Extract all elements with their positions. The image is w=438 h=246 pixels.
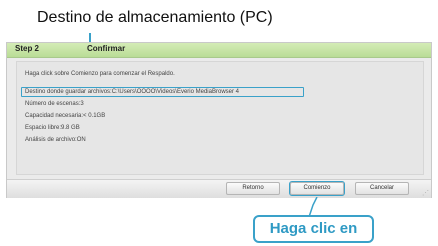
scene-count-text: Número de escenas:3 [25,101,84,107]
destination-highlight [21,87,304,97]
step-header: Step 2 Confirmar [7,43,431,58]
confirmation-panel: Haga click sobre Comienzo para comenzar … [16,61,424,175]
step-title: Confirmar [87,44,126,53]
destination-callout-label: Destino de almacenamiento (PC) [37,9,273,26]
required-capacity-text: Capacidad necesaria:< 0.1GB [25,113,106,119]
backup-dialog: Step 2 Confirmar Haga click sobre Comien… [6,42,432,198]
cancel-button[interactable]: Cancelar [355,182,409,195]
free-space-text: Espacio libre:9.8 GB [25,125,80,131]
back-button[interactable]: Retorno [226,182,280,195]
file-analysis-text: Análisis de archivo:ON [25,137,86,143]
instruction-text: Haga click sobre Comienzo para comenzar … [25,71,175,77]
step-label: Step 2 [15,44,40,53]
click-callout-label: Haga clic en [253,215,374,243]
page: Destino de almacenamiento (PC) Step 2 Co… [0,0,438,246]
start-button[interactable]: Comienzo [289,181,345,196]
resize-grip-icon[interactable]: ⋰ [422,189,429,197]
start-pointer-icon [308,197,318,217]
dialog-footer: Retorno Comienzo Cancelar ⋰ [7,179,431,198]
